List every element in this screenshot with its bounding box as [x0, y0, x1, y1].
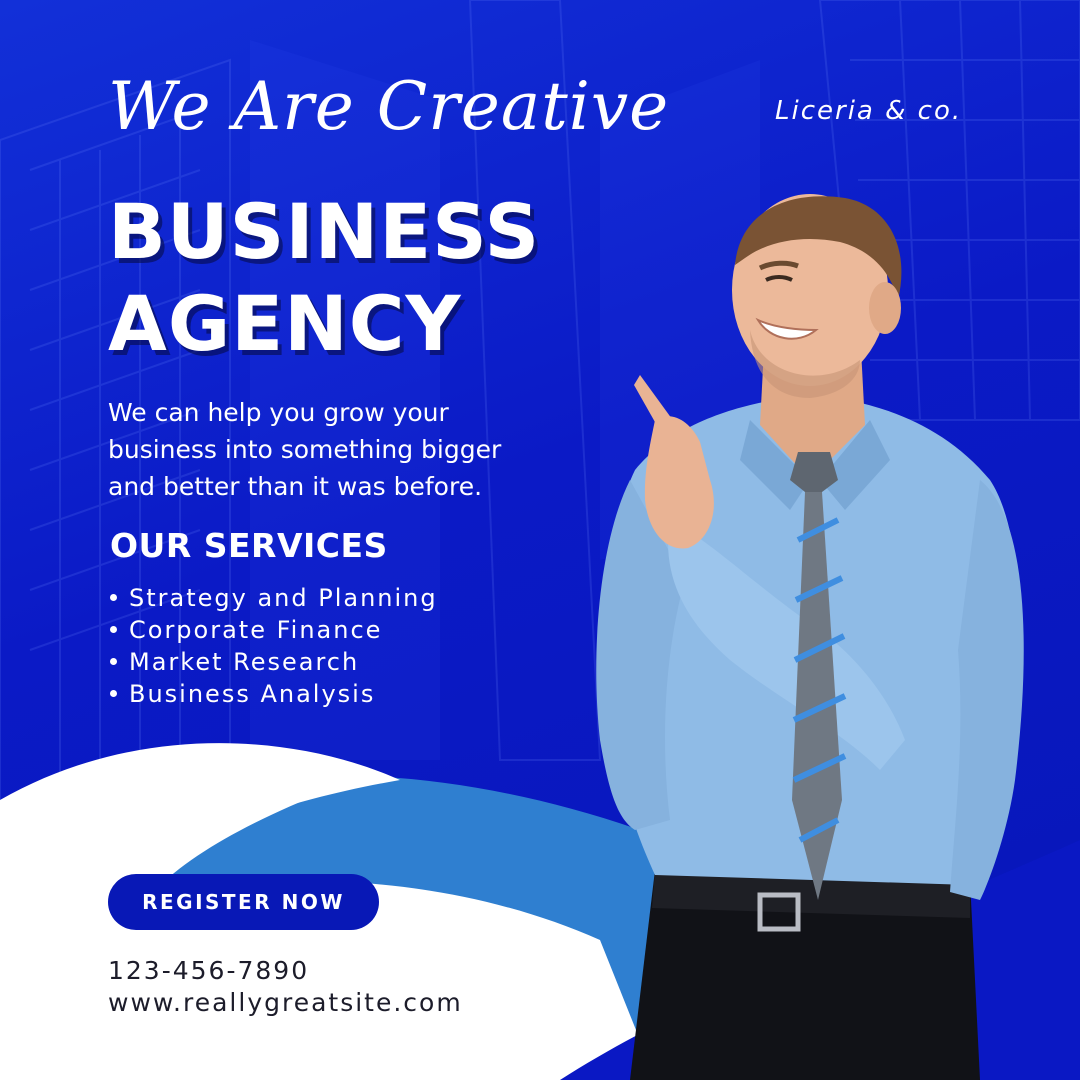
headline-line-1: BUSINESS — [108, 187, 541, 276]
service-label: Strategy and Planning — [129, 584, 438, 612]
script-heading: We Are Creative — [108, 68, 670, 145]
services-title: OUR SERVICES — [110, 526, 388, 565]
register-now-button[interactable]: REGISTER NOW — [108, 874, 379, 930]
bullet-icon — [110, 593, 117, 601]
brand-name: Liceria & co. — [775, 96, 963, 126]
services-list: Strategy and Planning Corporate Finance … — [108, 582, 438, 710]
service-item: Strategy and Planning — [108, 582, 438, 614]
phone-number: 123-456-7890 — [108, 956, 310, 985]
service-item: Business Analysis — [108, 678, 438, 710]
service-label: Corporate Finance — [129, 616, 383, 644]
bullet-icon — [110, 625, 117, 633]
service-item: Corporate Finance — [108, 614, 438, 646]
website-url[interactable]: www.reallygreatsite.com — [108, 988, 463, 1017]
bullet-icon — [110, 689, 117, 697]
service-item: Market Research — [108, 646, 438, 678]
bullet-icon — [110, 657, 117, 665]
businessman-photo — [596, 194, 1024, 1080]
description: We can help you grow your business into … — [108, 398, 502, 501]
service-label: Business Analysis — [129, 680, 376, 708]
service-label: Market Research — [129, 648, 360, 676]
headline-line-2: AGENCY — [108, 279, 462, 368]
headline: BUSINESS AGENCY — [108, 186, 540, 370]
poster: Liceria & co. We Are Creative BUSINESS A… — [0, 0, 1080, 1080]
